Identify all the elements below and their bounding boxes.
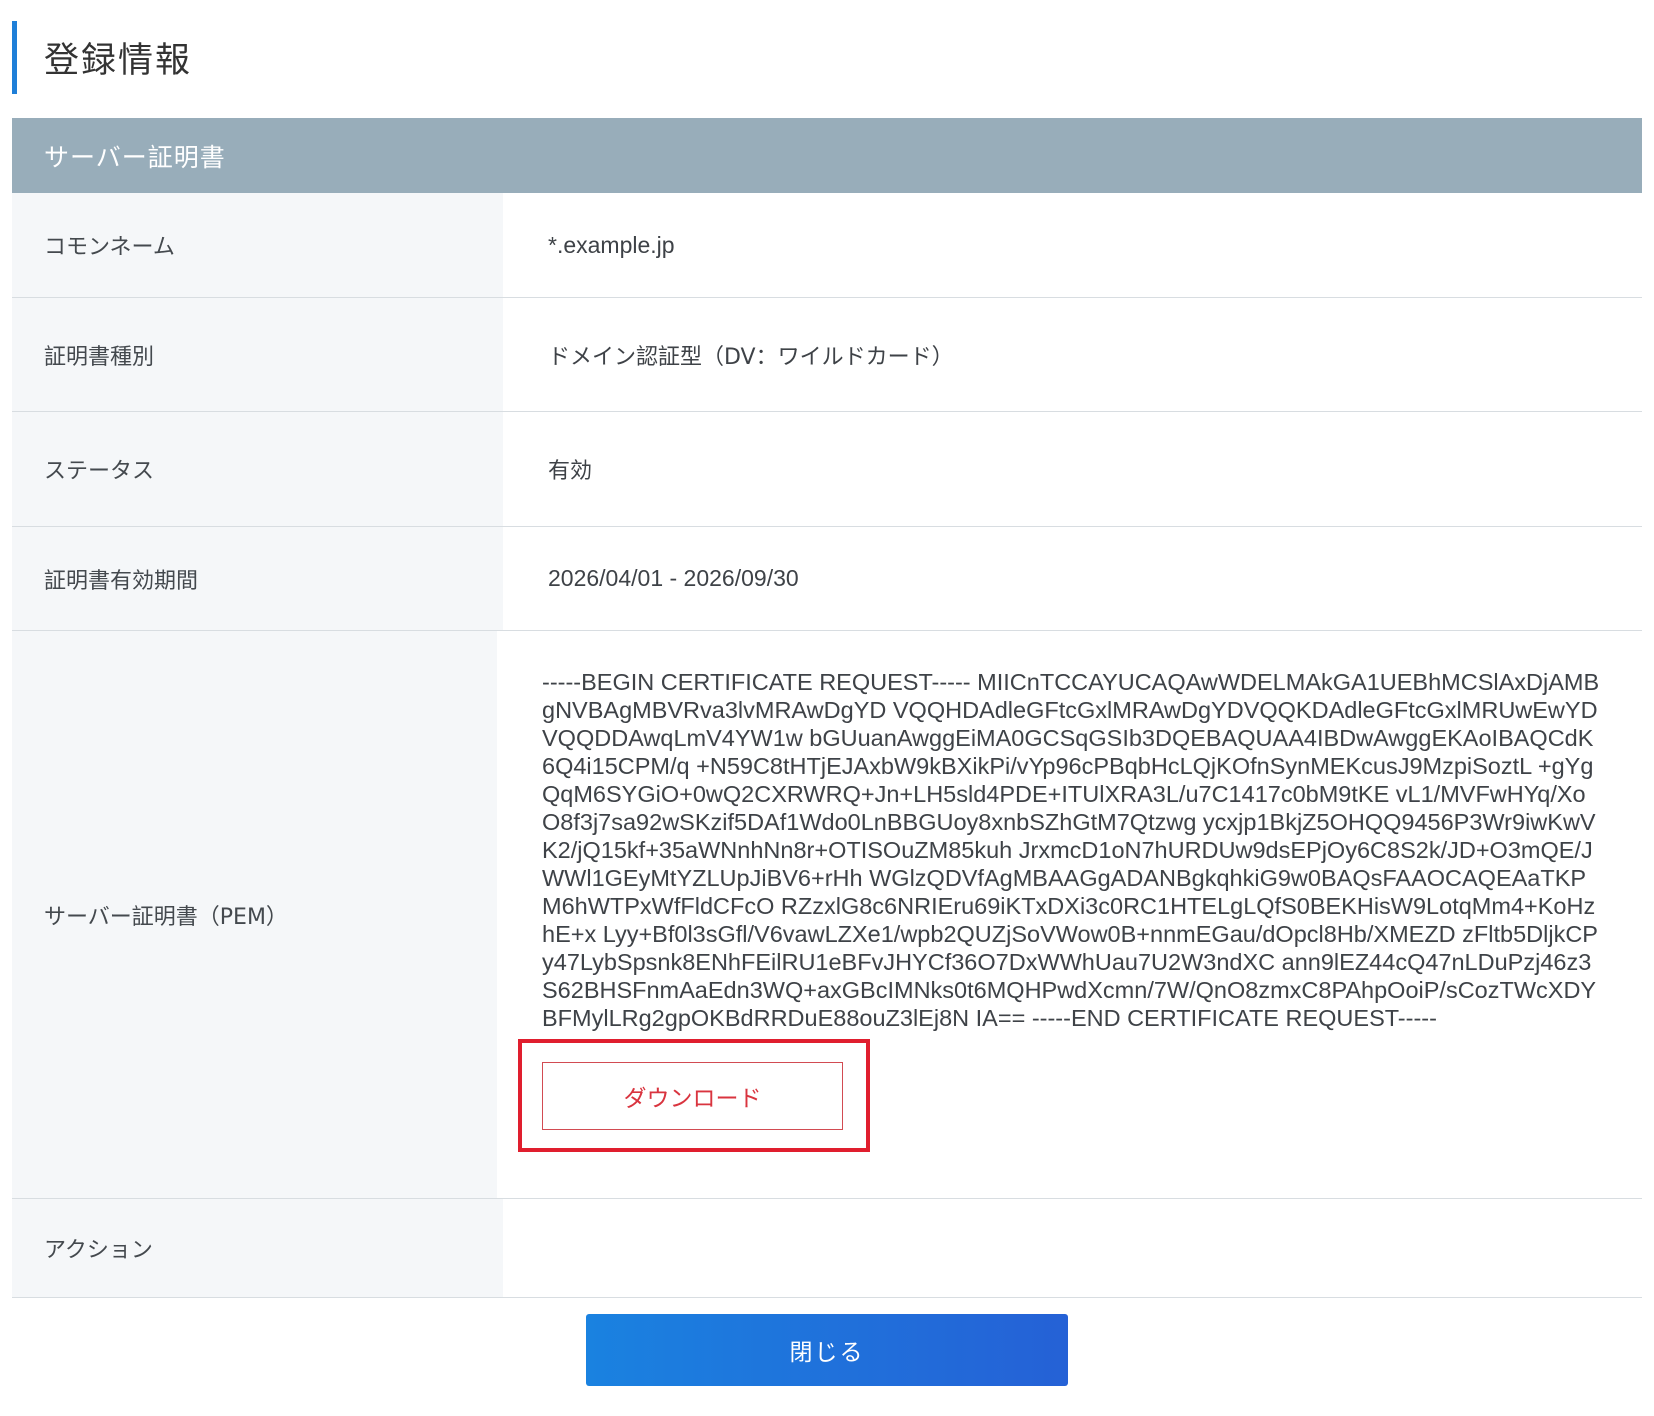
certificate-type-value: ドメイン認証型（DV：ワイルドカード） — [503, 298, 1642, 411]
validity-period-value: 2026/04/01 - 2026/09/30 — [503, 527, 1642, 630]
status-label: ステータス — [12, 412, 503, 526]
validity-period-label: 証明書有効期間 — [12, 527, 503, 630]
section-title: サーバー証明書 — [12, 118, 1642, 193]
certificate-type-label: 証明書種別 — [12, 298, 503, 411]
row-certificate-type: 証明書種別 ドメイン認証型（DV：ワイルドカード） — [12, 298, 1642, 412]
download-highlight: ダウンロード — [518, 1039, 870, 1152]
page-title: 登録情報 — [44, 41, 193, 81]
pem-label: サーバー証明書（PEM） — [12, 631, 497, 1198]
action-label: アクション — [12, 1199, 503, 1297]
status-value: 有効 — [503, 412, 1642, 526]
row-pem: サーバー証明書（PEM） -----BEGIN CERTIFICATE REQU… — [12, 631, 1642, 1199]
server-certificate-section: サーバー証明書 コモンネーム *.example.jp 証明書種別 ドメイン認証… — [12, 118, 1642, 1298]
download-button[interactable]: ダウンロード — [542, 1062, 843, 1130]
close-button[interactable]: 閉じる — [586, 1314, 1068, 1386]
pem-text: -----BEGIN CERTIFICATE REQUEST----- MIIC… — [542, 669, 1600, 1031]
row-action: アクション — [12, 1199, 1642, 1298]
common-name-label: コモンネーム — [12, 193, 503, 297]
row-validity-period: 証明書有効期間 2026/04/01 - 2026/09/30 — [12, 527, 1642, 631]
row-status: ステータス 有効 — [12, 412, 1642, 527]
page-header: 登録情報 — [12, 21, 192, 94]
row-common-name: コモンネーム *.example.jp — [12, 193, 1642, 298]
action-value — [503, 1199, 1642, 1297]
common-name-value: *.example.jp — [503, 193, 1642, 297]
pem-value-cell: -----BEGIN CERTIFICATE REQUEST----- MIIC… — [497, 631, 1642, 1198]
